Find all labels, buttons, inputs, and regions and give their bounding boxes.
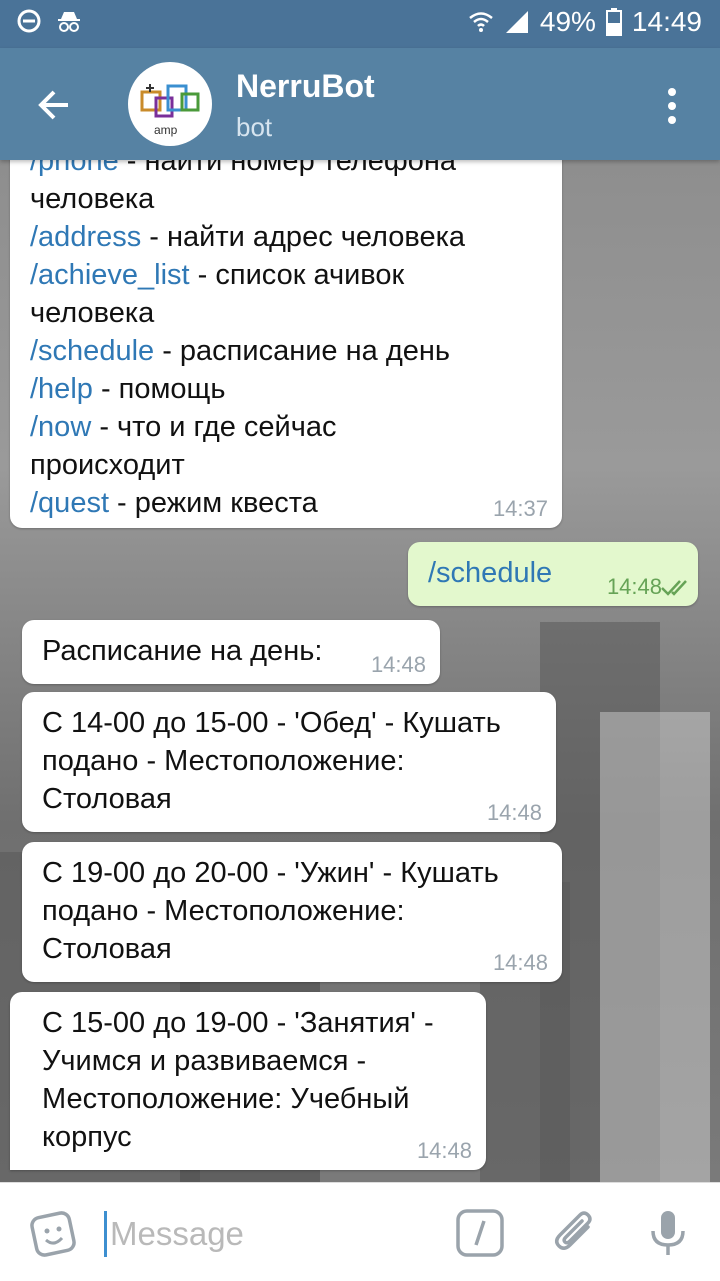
incoming-message[interactable]: /phone - найти номер телефона человека /… xyxy=(10,160,562,528)
message-line: Местоположение: Учебный xyxy=(42,1083,410,1115)
command-link[interactable]: /phone xyxy=(30,160,119,177)
incoming-message[interactable]: С 15-00 до 19-00 - 'Занятия' - Учимся и … xyxy=(10,992,486,1170)
incognito-icon xyxy=(58,12,80,32)
message-time: 14:37 xyxy=(492,496,548,521)
attach-paperclip-icon[interactable] xyxy=(550,1207,602,1259)
background-building xyxy=(600,712,710,1182)
emoji-sticker-icon[interactable] xyxy=(28,1207,80,1259)
message-line: С 19-00 до 20-00 - 'Ужин' - Кушать xyxy=(42,857,499,889)
message-line: человека xyxy=(30,297,155,329)
message-text: /schedule xyxy=(428,557,553,589)
incoming-message[interactable]: С 19-00 до 20-00 - 'Ужин' - Кушать подан… xyxy=(22,842,562,982)
message-line: Столовая xyxy=(42,783,172,815)
chat-subtitle: bot xyxy=(236,112,273,142)
do-not-disturb-icon xyxy=(17,9,41,33)
message-line: /schedule - расписание на день xyxy=(30,335,450,367)
message-line: /quest - режим квеста xyxy=(30,487,318,519)
message-input-bar: Message xyxy=(0,1182,720,1281)
message-time: 14:48 xyxy=(416,1138,472,1163)
message-line: /phone - найти номер телефона xyxy=(30,160,542,180)
outgoing-message[interactable]: /schedule 14:48 xyxy=(408,542,698,606)
read-checkmarks-icon xyxy=(661,580,687,596)
chat-header: amp NerruBot bot xyxy=(0,48,720,160)
command-link[interactable]: /address xyxy=(30,221,141,253)
bot-avatar[interactable]: amp xyxy=(128,62,212,146)
message-line: корпус xyxy=(42,1121,132,1153)
message-text: Расписание на день: xyxy=(42,635,323,667)
message-line: /achieve_list - список ачивок xyxy=(30,259,405,291)
clock: 14:49 xyxy=(631,6,702,37)
command-link[interactable]: /quest xyxy=(30,487,109,519)
command-link[interactable]: /achieve_list xyxy=(30,259,190,291)
text-cursor xyxy=(104,1211,107,1257)
message-line: подано - Местоположение: xyxy=(42,745,405,777)
avatar-text: amp xyxy=(154,123,178,137)
command-link[interactable]: /help xyxy=(30,373,93,405)
battery-percent: 49% xyxy=(539,6,596,37)
battery-icon xyxy=(605,8,622,36)
microphone-icon[interactable] xyxy=(642,1207,694,1259)
message-input[interactable]: Message xyxy=(110,1211,430,1257)
chat-area[interactable]: /phone - найти номер телефона человека /… xyxy=(0,160,720,1182)
message-line: /address - найти адрес человека xyxy=(30,221,466,253)
chat-title[interactable]: NerruBot xyxy=(236,68,375,105)
message-time: 14:48 xyxy=(606,574,662,599)
bot-command-icon[interactable] xyxy=(454,1207,506,1259)
back-arrow-icon[interactable] xyxy=(28,78,82,132)
message-line: происходит xyxy=(30,449,185,481)
command-link[interactable]: /now xyxy=(30,411,91,443)
message-line: человека xyxy=(30,183,155,215)
more-vert-icon[interactable] xyxy=(660,84,684,128)
message-line: Столовая xyxy=(42,933,172,965)
message-line: С 15-00 до 19-00 - 'Занятия' - xyxy=(42,1007,434,1039)
incoming-message[interactable]: С 14-00 до 15-00 - 'Обед' - Кушать подан… xyxy=(22,692,556,832)
signal-icon xyxy=(505,11,528,33)
message-line: Учимся и развиваемся - xyxy=(42,1045,367,1077)
command-link[interactable]: /schedule xyxy=(30,335,154,367)
message-line: С 14-00 до 15-00 - 'Обед' - Кушать xyxy=(42,707,501,739)
wifi-icon xyxy=(469,12,493,32)
message-time: 14:48 xyxy=(492,950,548,975)
message-line: подано - Местоположение: xyxy=(42,895,405,927)
message-line: /now - что и где сейчас xyxy=(30,411,337,443)
message-line: /help - помощь xyxy=(30,373,226,405)
incoming-message[interactable]: Расписание на день: 14:48 xyxy=(22,620,440,684)
message-time: 14:48 xyxy=(370,652,426,677)
status-bar: 49% 14:49 xyxy=(0,0,720,48)
message-time: 14:48 xyxy=(486,800,542,825)
